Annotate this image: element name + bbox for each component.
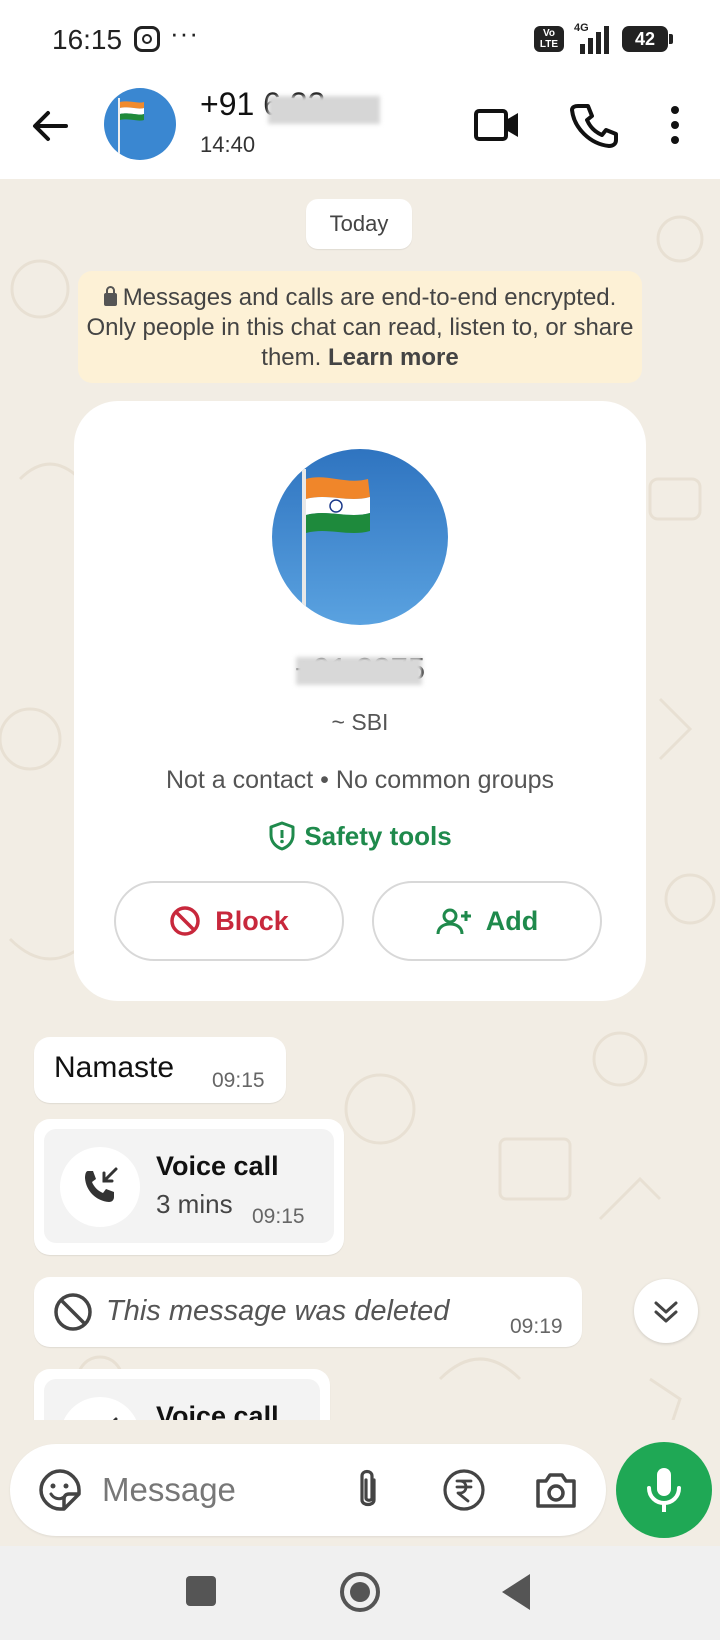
- voice-call-title: Voice call: [156, 1151, 279, 1181]
- phone-icon[interactable]: [568, 100, 618, 150]
- microphone-icon: [647, 1468, 681, 1512]
- flag-photo: [104, 88, 176, 160]
- add-person-icon: [436, 908, 471, 935]
- signal-icon: [580, 26, 609, 54]
- learn-more-link[interactable]: Learn more: [328, 344, 459, 371]
- voice-call-duration: 3 mins: [156, 1189, 233, 1219]
- back-button[interactable]: [502, 1574, 530, 1610]
- message-bubble[interactable]: Namaste 09:15: [34, 1037, 286, 1103]
- voice-call-bubble[interactable]: Voice call 3 mins 09:15: [34, 1119, 344, 1255]
- encryption-notice[interactable]: Messages and calls are end-to-end encryp…: [78, 271, 642, 383]
- redaction-blur: [296, 657, 422, 685]
- block-button[interactable]: Block: [114, 881, 344, 961]
- home-button[interactable]: [340, 1572, 380, 1612]
- status-overflow: ···: [170, 18, 199, 48]
- message-input[interactable]: [102, 1464, 322, 1516]
- video-call-icon[interactable]: [472, 100, 522, 150]
- profile-info: Not a contact • No common groups: [165, 766, 555, 794]
- message-time: 09:15: [252, 1205, 305, 1228]
- message-time: 09:19: [510, 1315, 563, 1338]
- lock-icon: [103, 286, 117, 306]
- instagram-icon: [134, 26, 160, 52]
- profile-alias: ~ SBI: [331, 709, 389, 735]
- redaction-blur: [268, 96, 380, 124]
- date-chip: Today: [306, 199, 412, 249]
- block-icon: [170, 906, 200, 936]
- message-text: Namaste: [54, 1051, 175, 1084]
- deleted-icon: [54, 1293, 92, 1331]
- system-nav-bar: [0, 1546, 720, 1640]
- status-time: 16:15: [52, 24, 123, 55]
- status-bar: 16:15 ··· Vo LTE 4G 42: [0, 0, 720, 76]
- contact-info-card: +91 3375 ~ SBI Not a contact • No common…: [74, 401, 646, 1001]
- volte-icon: Vo LTE: [534, 26, 564, 52]
- camera-icon[interactable]: [532, 1466, 580, 1514]
- block-label: Block: [215, 906, 289, 936]
- double-chevron-down-icon: [654, 1301, 678, 1323]
- voice-call-card: Voice call 3 mins 09:15: [44, 1129, 334, 1243]
- back-arrow-icon[interactable]: [26, 102, 74, 150]
- more-options-icon[interactable]: [660, 100, 690, 150]
- chat-header: +91 6 33… 14:40: [0, 76, 720, 179]
- profile-avatar[interactable]: [272, 449, 448, 625]
- shield-icon: [269, 821, 295, 851]
- add-label: Add: [485, 906, 539, 936]
- incoming-call-icon: [60, 1147, 140, 1227]
- chat-area[interactable]: Today Messages and calls are end-to-end …: [0, 179, 720, 1444]
- contact-avatar[interactable]: [104, 88, 176, 160]
- scroll-to-bottom-button[interactable]: [634, 1279, 698, 1343]
- safety-tools-link[interactable]: Safety tools: [74, 821, 646, 852]
- voice-record-button[interactable]: [616, 1442, 712, 1538]
- flag-photo-large: [272, 449, 448, 625]
- paperclip-icon[interactable]: [346, 1466, 390, 1514]
- message-composer: [10, 1444, 606, 1536]
- battery-icon: 42: [622, 26, 673, 52]
- safety-tools-label: Safety tools: [304, 821, 452, 851]
- last-seen: 14:40: [200, 132, 256, 157]
- add-contact-button[interactable]: Add: [372, 881, 602, 961]
- rupee-payment-icon[interactable]: [440, 1466, 488, 1514]
- deleted-message-bubble[interactable]: This message was deleted 09:19: [34, 1277, 582, 1347]
- sticker-icon[interactable]: [36, 1466, 84, 1514]
- message-time: 09:15: [212, 1069, 265, 1092]
- deleted-message-text: This message was deleted: [106, 1295, 450, 1327]
- recent-apps-button[interactable]: [186, 1576, 216, 1606]
